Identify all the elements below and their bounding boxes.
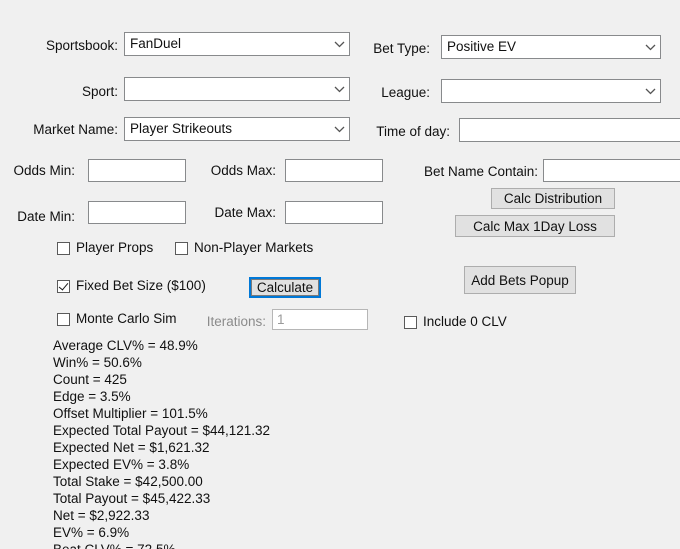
fixed-bet-size-label: Fixed Bet Size ($100) bbox=[76, 278, 206, 293]
league-combobox[interactable] bbox=[441, 79, 661, 103]
result-line: Net = $2,922.33 bbox=[53, 508, 150, 523]
date-min-input[interactable] bbox=[88, 201, 186, 224]
bet-name-contain-input[interactable] bbox=[543, 159, 680, 182]
chevron-down-icon bbox=[640, 88, 660, 95]
checkbox-box bbox=[57, 312, 70, 326]
market-name-label: Market Name: bbox=[33, 122, 118, 137]
chevron-down-icon bbox=[640, 44, 660, 51]
player-props-label: Player Props bbox=[76, 240, 154, 255]
result-line: Expected Total Payout = $44,121.32 bbox=[53, 423, 271, 438]
include-0-clv-label: Include 0 CLV bbox=[423, 314, 507, 329]
include-0-clv-checkbox[interactable]: Include 0 CLV bbox=[404, 314, 507, 330]
monte-carlo-sim-checkbox[interactable]: Monte Carlo Sim bbox=[57, 311, 177, 327]
bet-type-value: Positive EV bbox=[447, 40, 517, 54]
checkbox-box bbox=[57, 241, 70, 255]
sport-label: Sport: bbox=[81, 84, 118, 99]
non-player-markets-label: Non-Player Markets bbox=[194, 240, 314, 255]
iterations-label: Iterations: bbox=[206, 314, 266, 329]
result-line: Expected Net = $1,621.32 bbox=[53, 440, 210, 455]
checkbox-box-checked bbox=[57, 279, 70, 293]
add-bets-popup-button[interactable]: Add Bets Popup bbox=[464, 266, 576, 294]
checkbox-box bbox=[175, 241, 188, 255]
date-max-label: Date Max: bbox=[214, 205, 276, 220]
odds-max-input[interactable] bbox=[285, 159, 383, 182]
calculate-button-label: Calculate bbox=[251, 279, 319, 296]
time-of-day-label: Time of day: bbox=[376, 124, 450, 139]
odds-max-label: Odds Max: bbox=[210, 163, 276, 178]
results-summary: Average CLV% = 48.9% Win% = 50.6% Count = … bbox=[53, 337, 473, 549]
result-line: Expected EV% = 3.8% bbox=[53, 457, 190, 472]
chevron-down-icon bbox=[676, 127, 680, 134]
checkbox-box bbox=[404, 315, 417, 329]
odds-min-label: Odds Min: bbox=[13, 163, 75, 178]
result-line: EV% = 6.9% bbox=[53, 525, 130, 540]
odds-min-input[interactable] bbox=[88, 159, 186, 182]
result-line: Offset Multiplier = 101.5% bbox=[53, 406, 208, 421]
bet-analyzer-form: Sportsbook: FanDuel Bet Type: Positive E… bbox=[0, 0, 680, 549]
calc-distribution-button[interactable]: Calc Distribution bbox=[491, 188, 615, 209]
result-line: Beat CLV% = 72.5% bbox=[53, 541, 473, 549]
sportsbook-label: Sportsbook: bbox=[45, 38, 118, 53]
bet-type-label: Bet Type: bbox=[373, 41, 430, 56]
player-props-checkbox[interactable]: Player Props bbox=[57, 240, 153, 256]
calculate-button[interactable]: Calculate bbox=[249, 277, 321, 298]
result-line: Average CLV% = 48.9% bbox=[53, 338, 198, 353]
result-line: Edge = 3.5% bbox=[53, 389, 131, 404]
time-of-day-combobox[interactable] bbox=[459, 118, 680, 142]
date-min-label: Date Min: bbox=[17, 209, 75, 224]
date-max-input[interactable] bbox=[285, 201, 383, 224]
iterations-input[interactable]: 1 bbox=[272, 309, 368, 330]
monte-carlo-sim-label: Monte Carlo Sim bbox=[76, 311, 177, 326]
result-line: Win% = 50.6% bbox=[53, 355, 142, 370]
fixed-bet-size-checkbox[interactable]: Fixed Bet Size ($100) bbox=[57, 278, 206, 294]
result-line: Total Payout = $45,422.33 bbox=[53, 491, 211, 506]
result-line: Total Stake = $42,500.00 bbox=[53, 474, 203, 489]
non-player-markets-checkbox[interactable]: Non-Player Markets bbox=[175, 240, 313, 256]
result-line: Count = 425 bbox=[53, 372, 127, 387]
bet-type-combobox[interactable]: Positive EV bbox=[441, 35, 661, 59]
league-label: League: bbox=[381, 85, 430, 100]
calc-max-1day-loss-button[interactable]: Calc Max 1Day Loss bbox=[455, 215, 615, 237]
bet-name-contain-label: Bet Name Contain: bbox=[423, 164, 538, 179]
